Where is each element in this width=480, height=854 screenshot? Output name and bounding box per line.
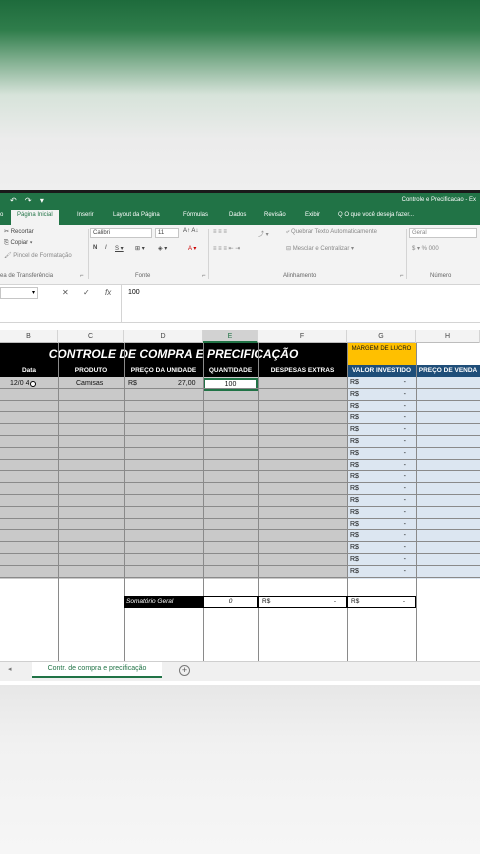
column-gridline <box>203 343 204 661</box>
group-label-numero: Número <box>430 273 452 279</box>
column-gridline <box>416 343 417 661</box>
tab-revisao[interactable]: Revisão <box>264 212 286 218</box>
cell-valor-investido[interactable]: R$ - <box>350 568 412 575</box>
cell-valor-investido[interactable]: R$ - <box>350 426 412 433</box>
somatorio-quantidade[interactable]: 0 <box>203 596 258 608</box>
sheet-tab-bar: ◂ Contr. de compra e precificação + <box>0 661 480 681</box>
cell-valor-investido[interactable]: R$ - <box>350 556 412 563</box>
cell-valor-investido[interactable]: R$ - <box>350 532 412 539</box>
sheet-tab-active[interactable]: Contr. de compra e precificação <box>32 662 162 678</box>
header-produto[interactable]: PRODUTO <box>58 365 124 377</box>
somatorio-valor-investido[interactable]: R$ - <box>347 596 416 608</box>
add-sheet-icon[interactable]: + <box>179 665 190 676</box>
tab-exibir[interactable]: Exibir <box>305 212 320 218</box>
ribbon: ✂ Recortar ⎘ Copiar ▾ 🖌 Pincel de Format… <box>0 225 480 285</box>
group-label-fonte: Fonte <box>135 273 151 279</box>
header-preco-unidade[interactable]: PREÇO DA UNIDADE <box>124 365 203 377</box>
col-header-h[interactable]: H <box>416 330 480 343</box>
cell-valor-investido[interactable]: R$ - <box>350 462 412 469</box>
fonte-launcher-icon[interactable]: ⌐ <box>202 273 206 279</box>
cancel-icon[interactable]: ✕ <box>62 288 69 297</box>
wrap-text-button[interactable]: ⤶ Quebrar Texto Automaticamente <box>286 229 377 236</box>
cell-valor-investido[interactable]: R$ - <box>350 509 412 516</box>
quick-access-undo-redo-icon[interactable]: ↶ ↷ ▾ <box>10 196 47 205</box>
formula-bar: ▾ ✕ ✓ fx 100 <box>0 285 480 323</box>
ribbon-tabs: o Página Inicial Inserir Layout da Págin… <box>0 209 480 225</box>
font-name-select[interactable]: Calibri <box>90 228 152 238</box>
header-data[interactable]: Data <box>0 365 58 377</box>
number-format-icons[interactable]: $ ▾ % 000 <box>412 245 439 252</box>
col-header-f[interactable]: F <box>258 330 347 343</box>
somatorio-despesas[interactable]: R$ - <box>258 596 347 608</box>
italic-button[interactable]: I <box>105 245 107 251</box>
sheet-title[interactable]: CONTROLE DE COMPRA E PRECIFICAÇÃO <box>0 343 347 365</box>
col-header-g[interactable]: G <box>347 330 416 343</box>
cell-valor-investido[interactable]: R$ - <box>350 450 412 457</box>
column-gridline <box>258 343 259 661</box>
copiar-button[interactable]: ⎘ Copiar ▾ <box>4 240 32 247</box>
cell-valor-investido[interactable]: R$ - <box>350 473 412 480</box>
somatorio-geral-label[interactable]: Somatório Geral <box>124 596 203 608</box>
group-label-alinhamento: Alinhamento <box>283 273 317 279</box>
tab-pagina-inicial[interactable]: Página Inicial <box>11 210 59 225</box>
number-format-select[interactable]: Geral <box>409 228 477 238</box>
align-top-icons[interactable]: ≡ ≡ ≡ <box>213 229 227 235</box>
spreadsheet-grid[interactable]: CONTROLE DE COMPRA E PRECIFICAÇÃO MARGEM… <box>0 343 480 661</box>
bottom-blurred-area <box>0 685 480 854</box>
cell-valor-investido[interactable]: R$ - <box>350 414 412 421</box>
tab-inserir[interactable]: Inserir <box>77 212 94 218</box>
group-label-clipboard: ea de Transferência <box>0 273 54 279</box>
pincel-button[interactable]: 🖌 Pincel de Formatação <box>4 252 72 259</box>
header-preco-venda[interactable]: PREÇO DE VENDA <box>416 365 480 377</box>
insert-function-icon[interactable]: fx <box>105 288 111 297</box>
cell-valor-investido[interactable]: R$ - <box>350 403 412 410</box>
formula-input[interactable]: 100 <box>128 289 140 296</box>
clipboard-launcher-icon[interactable]: ⌐ <box>80 273 84 279</box>
window-title: Controle e Precificacao - Ex <box>401 197 476 203</box>
column-headers: B C D E F G H <box>0 330 480 343</box>
cell-valor-investido[interactable]: R$ - <box>350 497 412 504</box>
name-box[interactable]: ▾ <box>0 287 38 299</box>
title-bar: ↶ ↷ ▾ Controle e Precificacao - Ex <box>0 193 480 209</box>
cell-valor-investido[interactable]: R$ - <box>350 485 412 492</box>
excel-window: ↶ ↷ ▾ Controle e Precificacao - Ex o Pág… <box>0 190 480 685</box>
top-blurred-area <box>0 0 480 190</box>
tab-dados[interactable]: Dados <box>229 212 246 218</box>
header-valor-investido[interactable]: VALOR INVESTIDO <box>347 365 416 377</box>
col-header-c[interactable]: C <box>58 330 124 343</box>
underline-button[interactable]: S ▾ <box>115 245 124 252</box>
column-gridline <box>347 343 348 661</box>
header-quantidade[interactable]: QUANTIDADE <box>203 365 258 377</box>
font-grow-shrink-icon[interactable]: A↑ A↓ <box>183 228 198 234</box>
alinhamento-launcher-icon[interactable]: ⌐ <box>400 273 404 279</box>
header-despesas-extras[interactable]: DESPESAS EXTRAS <box>258 365 347 377</box>
cell-valor-investido[interactable]: R$ - <box>350 379 412 386</box>
scroll-left-icon[interactable]: ◂ <box>8 665 12 673</box>
col-header-d[interactable]: D <box>124 330 203 343</box>
orientation-icon[interactable]: ⤴ ▾ <box>258 229 269 238</box>
tab-file[interactable]: o <box>0 212 3 218</box>
borders-icon[interactable]: ⊞ ▾ <box>135 245 145 252</box>
cell-valor-investido[interactable]: R$ - <box>350 438 412 445</box>
cell-valor-investido[interactable]: R$ - <box>350 521 412 528</box>
merge-center-button[interactable]: ⊟ Mesclar e Centralizar ▾ <box>286 245 354 252</box>
tab-formulas[interactable]: Fórmulas <box>183 212 208 218</box>
font-size-select[interactable]: 11 <box>155 228 179 238</box>
cell-valor-investido[interactable]: R$ - <box>350 544 412 551</box>
margem-de-lucro-cell[interactable]: MARGEM DE LUCRO <box>347 343 416 365</box>
tell-me-search[interactable]: Q O que você deseja fazer... <box>338 212 414 218</box>
font-color-icon[interactable]: A ▾ <box>188 245 196 252</box>
col-header-e[interactable]: E <box>203 330 258 343</box>
column-gridline <box>58 343 59 661</box>
confirm-icon[interactable]: ✓ <box>83 288 90 297</box>
fill-color-icon[interactable]: ◈ ▾ <box>158 245 167 252</box>
col-header-b[interactable]: B <box>0 330 58 343</box>
bold-button[interactable]: N <box>93 245 97 251</box>
cell-valor-investido[interactable]: R$ - <box>350 391 412 398</box>
column-gridline <box>124 343 125 661</box>
tab-layout[interactable]: Layout da Página <box>113 212 160 218</box>
align-horizontal-icons[interactable]: ≡ ≡ ≡ ⇤ ⇥ <box>213 245 240 252</box>
recortar-button[interactable]: ✂ Recortar <box>4 228 34 235</box>
